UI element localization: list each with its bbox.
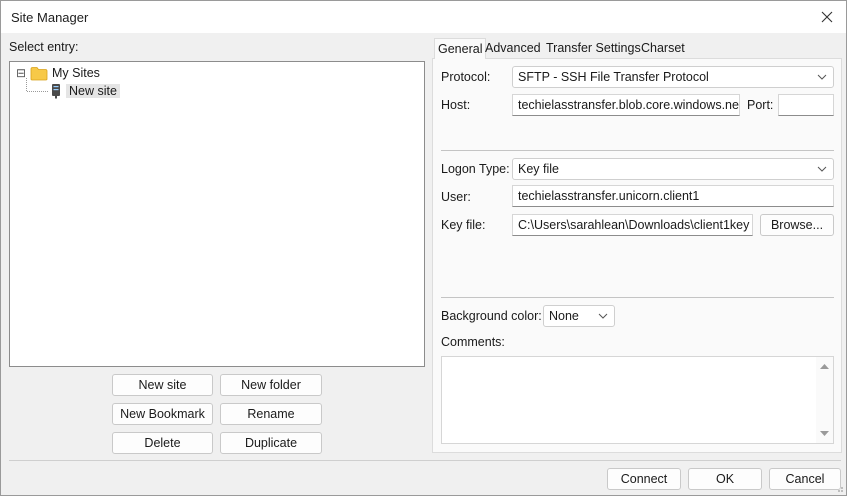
comments-label: Comments: — [441, 335, 505, 349]
site-manager-window: Site Manager Select entry: ⊟ My Sites Ne… — [0, 0, 847, 496]
cancel-button[interactable]: Cancel — [769, 468, 841, 490]
select-entry-label: Select entry: — [9, 40, 79, 54]
comments-scrollbar[interactable] — [816, 357, 833, 443]
protocol-value: SFTP - SSH File Transfer Protocol — [518, 70, 709, 84]
protocol-label: Protocol: — [441, 70, 491, 84]
port-input[interactable] — [778, 94, 834, 116]
folder-icon — [30, 66, 48, 80]
background-color-select[interactable]: None — [543, 305, 615, 327]
chevron-down-icon — [817, 166, 827, 172]
resize-grip-icon[interactable] — [834, 483, 844, 493]
host-input[interactable]: techielasstransfer.blob.core.windows.net — [512, 94, 740, 116]
tab-advanced[interactable]: Advanced — [485, 38, 541, 58]
tree-item-my-sites[interactable]: ⊟ My Sites — [16, 64, 100, 82]
tab-charset[interactable]: Charset — [641, 38, 685, 58]
background-color-label: Background color: — [441, 309, 542, 323]
browse-button[interactable]: Browse... — [760, 214, 834, 236]
logon-type-select[interactable]: Key file — [512, 158, 834, 180]
new-site-button[interactable]: New site — [112, 374, 213, 396]
tree-item-label: New site — [66, 84, 120, 98]
site-tree[interactable]: ⊟ My Sites New site — [9, 61, 425, 367]
comments-textarea[interactable] — [441, 356, 834, 444]
user-label: User: — [441, 190, 471, 204]
scroll-down-icon[interactable] — [820, 430, 829, 437]
scroll-up-icon[interactable] — [820, 363, 829, 370]
tab-general[interactable]: General — [434, 38, 487, 59]
tree-item-new-site[interactable]: New site — [50, 82, 120, 100]
keyfile-label: Key file: — [441, 218, 486, 232]
server-icon — [52, 84, 60, 99]
new-folder-button[interactable]: New folder — [220, 374, 322, 396]
chevron-down-icon — [598, 313, 608, 319]
port-label: Port: — [747, 98, 774, 112]
protocol-select[interactable]: SFTP - SSH File Transfer Protocol — [512, 66, 834, 88]
tree-item-label: My Sites — [52, 66, 100, 80]
logon-type-label: Logon Type: — [441, 162, 510, 176]
ok-button[interactable]: OK — [688, 468, 762, 490]
footer-divider — [9, 460, 841, 461]
divider — [441, 297, 834, 298]
chevron-down-icon — [817, 74, 827, 80]
close-button[interactable] — [814, 5, 840, 29]
connect-button[interactable]: Connect — [607, 468, 681, 490]
keyfile-input[interactable]: C:\Users\sarahlean\Downloads\client1key — [512, 214, 753, 236]
divider — [441, 150, 834, 151]
host-label: Host: — [441, 98, 471, 112]
logon-type-value: Key file — [518, 162, 559, 176]
delete-button[interactable]: Delete — [112, 432, 213, 454]
title-bar: Site Manager — [1, 1, 846, 33]
tab-transfer-settings[interactable]: Transfer Settings — [546, 38, 641, 58]
window-title: Site Manager — [11, 10, 89, 25]
rename-button[interactable]: Rename — [220, 403, 322, 425]
background-color-value: None — [549, 309, 579, 323]
close-icon — [821, 11, 833, 23]
collapse-icon[interactable]: ⊟ — [16, 66, 30, 80]
user-input[interactable]: techielasstransfer.unicorn.client1 — [512, 185, 834, 207]
new-bookmark-button[interactable]: New Bookmark — [112, 403, 213, 425]
duplicate-button[interactable]: Duplicate — [220, 432, 322, 454]
